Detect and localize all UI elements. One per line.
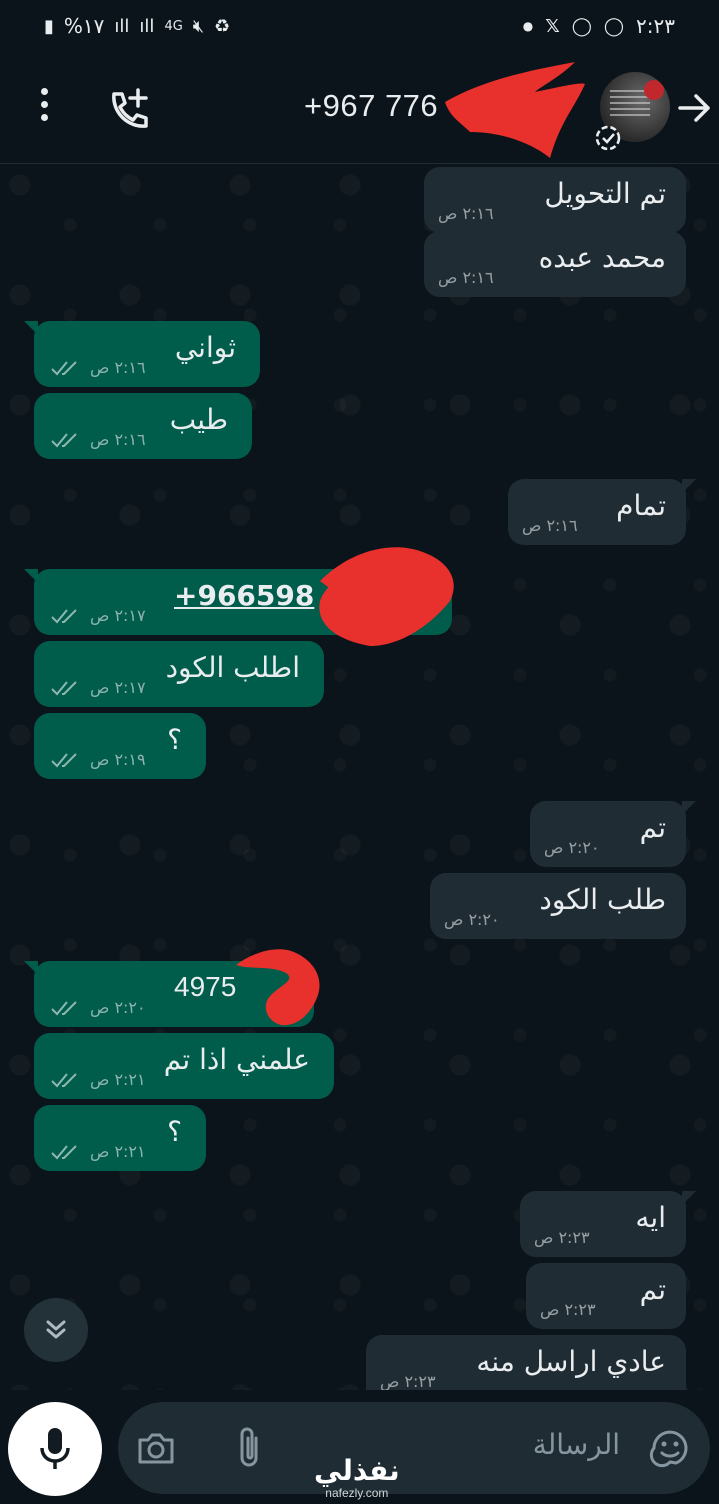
watermark-latin: nafezly.com	[325, 1486, 389, 1500]
more-options-icon[interactable]	[32, 88, 56, 128]
double-check-icon	[51, 361, 77, 376]
message-bubble-outgoing[interactable]: طيب ٢:١٦ ص	[34, 393, 252, 459]
message-bubble-incoming[interactable]: تم التحويل ٢:١٦ ص	[424, 167, 686, 233]
sticker-icon[interactable]	[648, 1426, 692, 1470]
watermark: نفذلي nafezly.com	[314, 1454, 400, 1501]
camera-icon[interactable]	[136, 1428, 176, 1468]
message-text: ؟	[167, 723, 182, 756]
double-check-icon	[51, 1073, 77, 1088]
message-time: ٢:١٦ ص	[90, 358, 146, 377]
message-time: ٢:١٦ ص	[90, 430, 146, 449]
message-text: طيب	[169, 403, 228, 436]
double-check-icon	[51, 753, 77, 768]
message-time: ٢:١٦ ص	[438, 268, 494, 287]
signal-icon-2: ıll	[139, 15, 155, 37]
message-bubble-outgoing[interactable]: ثواني ٢:١٦ ص	[24, 321, 260, 387]
message-bubble-incoming[interactable]: تم ٢:٢٣ ص	[526, 1263, 686, 1329]
message-text: تمام	[616, 489, 666, 522]
message-text: تم التحويل	[544, 177, 666, 210]
voice-record-button[interactable]	[8, 1402, 102, 1496]
battery-level: %١٧	[63, 14, 105, 38]
scroll-to-bottom-button[interactable]	[24, 1298, 88, 1362]
message-placeholder: الرسالة	[532, 1428, 620, 1461]
message-bubble-incoming[interactable]: تم ٢:٢٠ ص	[530, 801, 696, 867]
message-text: اطلب الكود	[165, 651, 300, 684]
message-bubble-outgoing[interactable]: ؟ ٢:١٩ ص	[34, 713, 206, 779]
status-ring-icon	[595, 125, 621, 151]
double-chevron-down-icon	[46, 1320, 66, 1339]
message-time: ٢:٢٠ ص	[544, 838, 600, 857]
signal-icon: ıll	[114, 15, 130, 37]
message-text: ؟	[167, 1115, 182, 1148]
message-text: محمد عبده	[538, 241, 666, 274]
double-check-icon	[51, 1145, 77, 1160]
clock: ٢:٢٣	[636, 14, 675, 38]
x-app-icon: 𝕏	[545, 15, 560, 37]
message-bubble-incoming[interactable]: تمام ٢:١٦ ص	[508, 479, 696, 545]
redaction-mark	[319, 547, 454, 646]
message-time: ٢:٢٣ ص	[540, 1300, 596, 1319]
phone-number-link[interactable]: +966598	[174, 579, 314, 612]
message-time: ٢:١٧ ص	[90, 678, 146, 697]
message-text: ايه	[635, 1201, 666, 1234]
message-bubble-outgoing[interactable]: اطلب الكود ٢:١٧ ص	[34, 641, 324, 707]
message-bubble-incoming[interactable]: عادي اراسل منه ٢:٢٣ ص	[366, 1335, 686, 1390]
contact-name[interactable]: +967 776	[304, 88, 438, 124]
message-time: ٢:١٦ ص	[438, 204, 494, 223]
battery-icon: ▮	[44, 15, 54, 37]
message-text: ثواني	[174, 331, 236, 364]
redaction-mark	[236, 949, 320, 1026]
message-input[interactable]: الرسالة	[118, 1402, 710, 1494]
network-type: 4G	[164, 18, 183, 34]
watermark-arabic: نفذلي	[314, 1454, 400, 1487]
status-right: ● 𝕏 ◯ ◯ ٢:٢٣	[523, 14, 675, 38]
double-check-icon	[51, 681, 77, 696]
message-bubble-incoming[interactable]: طلب الكود ٢:٢٠ ص	[430, 873, 686, 939]
notification-dot-icon: ●	[522, 19, 534, 33]
message-text: علمني اذا تم	[163, 1043, 310, 1076]
message-time: ٢:١٩ ص	[90, 750, 146, 769]
message-time: ٢:١٧ ص	[90, 606, 146, 625]
message-time: ٢:٢٣ ص	[534, 1228, 590, 1247]
data-saver-icon: ♻︎	[214, 15, 231, 37]
message-time: ٢:٢٣ ص	[380, 1372, 436, 1390]
whatsapp-icon-2: ◯	[603, 15, 625, 37]
double-check-icon	[51, 1001, 77, 1016]
microphone-icon	[40, 1428, 70, 1469]
message-text: تم	[639, 811, 666, 844]
back-arrow-icon[interactable]	[676, 90, 712, 126]
mute-icon: 🔇︎	[192, 15, 205, 37]
message-time: ٢:٢١ ص	[90, 1070, 146, 1089]
message-text: عادي اراسل منه	[476, 1345, 666, 1378]
double-check-icon	[51, 609, 77, 624]
status-left: ▮ %١٧ ıll ıll 4G 🔇︎ ♻︎	[44, 14, 230, 38]
paperclip-icon[interactable]	[234, 1424, 264, 1472]
message-bubble-outgoing[interactable]: ؟ ٢:٢١ ص	[34, 1105, 206, 1171]
chat-area[interactable]: تم التحويل ٢:١٦ ص محمد عبده ٢:١٦ ص ثواني…	[0, 165, 719, 1390]
add-call-icon[interactable]	[104, 86, 152, 134]
message-bubble-outgoing[interactable]: علمني اذا تم ٢:٢١ ص	[34, 1033, 334, 1099]
message-bubble-incoming[interactable]: محمد عبده ٢:١٦ ص	[424, 231, 686, 297]
message-time: ٢:٢٠ ص	[444, 910, 500, 929]
message-text: تم	[639, 1273, 666, 1306]
whatsapp-icon: ◯	[571, 15, 592, 37]
chat-header: +967 776	[0, 56, 719, 164]
redaction-mark	[445, 62, 585, 158]
message-time: ٢:٢١ ص	[90, 1142, 146, 1161]
message-bubble-incoming[interactable]: ايه ٢:٢٣ ص	[520, 1191, 696, 1257]
message-time: ٢:٢٠ ص	[90, 998, 146, 1017]
message-text: طلب الكود	[539, 883, 666, 916]
double-check-icon	[51, 433, 77, 448]
message-time: ٢:١٦ ص	[522, 516, 578, 535]
status-bar: ▮ %١٧ ıll ıll 4G 🔇︎ ♻︎ ● 𝕏 ◯ ◯ ٢:٢٣	[0, 0, 719, 56]
